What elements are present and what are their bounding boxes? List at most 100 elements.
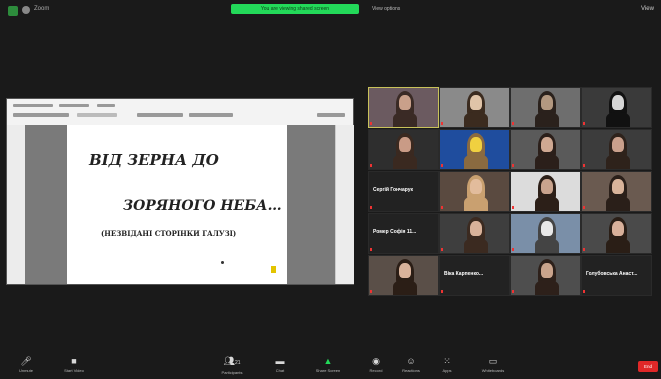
participant-shoulders [535, 238, 559, 253]
participants-icon: 👥︎21 [223, 356, 241, 366]
participant-tile[interactable] [439, 87, 510, 128]
participant-face [541, 95, 553, 110]
muted-mic-icon [441, 248, 443, 251]
slide-title-line-1: ВІД ЗЕРНА ДО [89, 151, 219, 169]
participant-tile[interactable] [439, 213, 510, 254]
muted-mic-icon [512, 248, 514, 251]
view-options-dropdown[interactable]: View options [372, 6, 400, 12]
reactions-button[interactable]: ☺ Reactions [396, 356, 426, 373]
participant-shoulders [393, 154, 417, 169]
apps-button[interactable]: ⁙ Apps [432, 356, 462, 373]
participant-shoulders [606, 238, 630, 253]
participant-face [612, 179, 624, 194]
muted-mic-icon [583, 248, 585, 251]
participant-tile[interactable] [510, 255, 581, 296]
participant-shoulders [393, 112, 417, 127]
record-button[interactable]: ◉ Record [364, 356, 388, 373]
top-bar: Zoom You are viewing shared screen View … [0, 0, 661, 22]
sharing-banner[interactable]: You are viewing shared screen [231, 4, 359, 14]
muted-mic-icon [441, 206, 443, 209]
participant-display-name: Голубовська Анаст... [586, 271, 638, 277]
participant-tile[interactable] [581, 129, 652, 170]
participant-tile[interactable] [510, 171, 581, 212]
muted-mic-icon [370, 206, 372, 209]
meeting-toolbar: 🎤︎ Unmute ■ Start Video 👥︎21 Participant… [0, 352, 661, 379]
participants-button[interactable]: 👥︎21 Participants [212, 356, 252, 375]
muted-mic-icon [370, 290, 372, 293]
muted-mic-icon [512, 290, 514, 293]
participant-face [541, 137, 553, 152]
participant-shoulders [535, 196, 559, 211]
muted-mic-icon [441, 290, 443, 293]
participant-shoulders [535, 112, 559, 127]
video-camera-icon: ■ [71, 356, 77, 366]
participant-face [541, 263, 553, 278]
muted-mic-icon [512, 122, 514, 125]
participant-face [399, 263, 411, 278]
slide: ВІД ЗЕРНА ДО ЗОРЯНОГО НЕБА… (НЕЗВІДАНІ С… [67, 125, 287, 284]
participant-face [612, 137, 624, 152]
participant-tile[interactable] [439, 129, 510, 170]
muted-mic-icon [583, 290, 585, 293]
end-meeting-button[interactable]: End [638, 361, 658, 372]
participant-face [541, 221, 553, 236]
participant-face [470, 221, 482, 236]
apps-icon: ⁙ [443, 356, 451, 366]
side-toolbar[interactable] [335, 125, 354, 284]
participant-tile[interactable] [510, 213, 581, 254]
participant-tile[interactable] [581, 213, 652, 254]
participant-tile[interactable]: Віка Карпенко... [439, 255, 510, 296]
whiteboards-button[interactable]: ▭ Whiteboards [470, 356, 516, 373]
chat-button[interactable]: ▬ Chat [268, 356, 292, 373]
participant-shoulders [535, 280, 559, 295]
muted-mic-icon [512, 164, 514, 167]
participant-tile[interactable] [368, 87, 439, 128]
participant-shoulders [464, 154, 488, 169]
shared-screen[interactable]: ВІД ЗЕРНА ДО ЗОРЯНОГО НЕБА… (НЕЗВІДАНІ С… [6, 98, 354, 285]
participant-tile[interactable]: Голубовська Анаст... [581, 255, 652, 296]
muted-mic-icon [441, 164, 443, 167]
share-screen-button[interactable]: ▲ Share Screen [298, 356, 358, 373]
muted-mic-icon [583, 206, 585, 209]
participant-display-name: Ромер Софія 11... [373, 229, 417, 235]
chat-bubble-icon: ▬ [275, 356, 285, 366]
participant-tile[interactable] [581, 171, 652, 212]
participant-display-name: Віка Карпенко... [444, 271, 484, 277]
participant-shoulders [393, 280, 417, 295]
participant-tile[interactable] [510, 87, 581, 128]
participant-tile[interactable] [439, 171, 510, 212]
muted-mic-icon [583, 164, 585, 167]
participant-tile[interactable] [581, 87, 652, 128]
participant-display-name: Сергій Гончарук [373, 187, 413, 193]
start-video-button[interactable]: ■ Start Video [52, 356, 96, 373]
participant-shoulders [606, 154, 630, 169]
muted-mic-icon [441, 122, 443, 125]
participant-shoulders [464, 238, 488, 253]
participant-shoulders [464, 112, 488, 127]
muted-mic-icon [370, 248, 372, 251]
participant-face [470, 137, 482, 152]
participant-tile[interactable]: Сергій Гончарук [368, 171, 439, 212]
presentation-ribbon [7, 99, 353, 126]
participant-shoulders [606, 196, 630, 211]
security-shield-icon[interactable] [8, 6, 18, 16]
whiteboard-icon: ▭ [488, 356, 498, 366]
participant-face [612, 95, 624, 110]
record-icon: ◉ [372, 356, 380, 366]
slide-thumbnails-pane[interactable] [7, 125, 26, 284]
participant-tile[interactable]: Ромер Софія 11... [368, 213, 439, 254]
participant-tile[interactable] [368, 255, 439, 296]
view-button[interactable]: View [641, 6, 654, 12]
muted-mic-icon [583, 122, 585, 125]
participant-face [612, 221, 624, 236]
participant-face [399, 95, 411, 110]
unmute-button[interactable]: 🎤︎ Unmute [6, 356, 46, 373]
participant-face [541, 179, 553, 194]
meeting-info-icon[interactable] [22, 6, 30, 14]
muted-mic-icon [370, 122, 372, 125]
participant-tile[interactable] [368, 129, 439, 170]
participant-shoulders [464, 196, 488, 211]
participant-tile[interactable] [510, 129, 581, 170]
microphone-muted-icon: 🎤︎ [20, 356, 32, 366]
share-screen-icon: ▲ [323, 356, 333, 366]
